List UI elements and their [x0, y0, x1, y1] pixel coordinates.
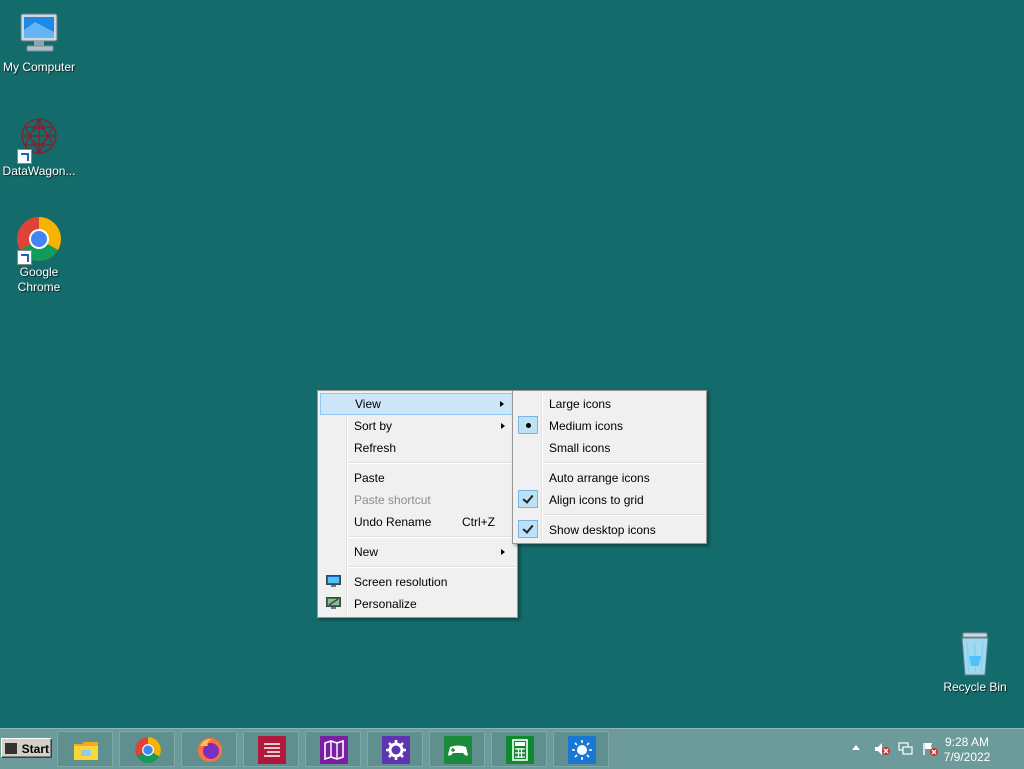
taskbar-button-weather[interactable]	[553, 731, 609, 767]
network-icon[interactable]	[898, 742, 914, 756]
menu-item-screen-resolution[interactable]: Screen resolution	[320, 571, 515, 593]
show-hidden-icons-icon[interactable]	[852, 745, 860, 750]
taskbar-button-settings[interactable]	[367, 731, 423, 767]
taskbar-button-maps[interactable]	[305, 731, 361, 767]
menu-item-label: View	[355, 397, 381, 411]
radio-selected-icon	[518, 416, 538, 434]
desktop-icon-label: DataWagon...	[2, 164, 76, 178]
start-button[interactable]: Start	[1, 738, 52, 758]
submenu-arrow-icon	[501, 423, 505, 429]
menu-item-label: Paste	[354, 471, 385, 485]
datawagon-icon	[15, 114, 63, 164]
menu-item-label: Personalize	[354, 597, 417, 611]
menu-item-label: Auto arrange icons	[549, 471, 650, 485]
taskbar-button-firefox[interactable]	[181, 731, 237, 767]
personalize-icon	[326, 597, 341, 609]
menu-item-medium-icons[interactable]: Medium icons	[515, 415, 704, 437]
view-submenu: Large icons Medium icons Small icons Aut…	[512, 390, 707, 544]
shortcut-arrow-icon	[17, 250, 32, 265]
submenu-arrow-icon	[501, 549, 505, 555]
firefox-icon	[198, 738, 222, 762]
start-logo-icon	[5, 743, 17, 754]
taskbar-button-file-explorer[interactable]	[57, 731, 113, 767]
taskbar-button-text-editor[interactable]	[243, 731, 299, 767]
maps-icon	[320, 736, 348, 764]
desktop-icon-recycle-bin[interactable]: Recycle Bin	[936, 630, 1014, 695]
weather-icon	[568, 736, 596, 764]
desktop-icon-label: Google Chrome	[17, 265, 61, 294]
shortcut-arrow-icon	[17, 149, 32, 164]
menu-item-label: Paste shortcut	[354, 493, 431, 507]
menu-item-paste[interactable]: Paste	[320, 467, 515, 489]
taskbar-button-calculator[interactable]	[491, 731, 547, 767]
taskbar-button-games[interactable]	[429, 731, 485, 767]
desktop-icon-label: Recycle Bin	[943, 680, 1007, 694]
checkmark-icon	[518, 490, 538, 508]
desktop-context-menu: View Sort by Refresh Paste Paste shortcu…	[317, 390, 518, 618]
desktop-icon-label: My Computer	[2, 60, 76, 74]
menu-item-show-desktop-icons[interactable]: Show desktop icons	[515, 519, 704, 541]
desktop-icon-google-chrome[interactable]: Google Chrome	[0, 215, 78, 295]
desktop-icon-my-computer[interactable]: My Computer	[0, 10, 78, 75]
menu-item-label: Screen resolution	[354, 575, 448, 589]
menu-item-large-icons[interactable]: Large icons	[515, 393, 704, 415]
volume-muted-icon[interactable]	[874, 742, 890, 756]
menu-item-view[interactable]: View	[320, 393, 515, 415]
menu-item-label: Medium icons	[549, 419, 624, 433]
clock-date: 7/9/2022	[943, 750, 991, 764]
menu-separator	[348, 462, 515, 464]
taskbar-button-chrome[interactable]	[119, 731, 175, 767]
menu-item-label: Refresh	[354, 441, 397, 455]
menu-item-label: Show desktop icons	[549, 523, 656, 537]
menu-item-label: New	[354, 545, 379, 559]
monitor-icon	[326, 575, 341, 587]
menu-item-label: Large icons	[549, 397, 612, 411]
file-explorer-icon	[74, 742, 98, 760]
menu-item-sort-by[interactable]: Sort by	[320, 415, 515, 437]
menu-item-refresh[interactable]: Refresh	[320, 437, 515, 459]
menu-item-label: Sort by	[354, 419, 393, 433]
clock-time: 9:28 AM	[944, 735, 990, 749]
chrome-icon	[135, 737, 161, 763]
submenu-arrow-icon	[500, 401, 504, 407]
recycle-bin-icon	[951, 630, 999, 678]
taskbar-clock[interactable]: 9:28 AM 7/9/2022	[932, 735, 1002, 765]
chrome-icon	[15, 215, 63, 265]
menu-separator	[348, 566, 515, 568]
desktop-icon-datawagon[interactable]: DataWagon...	[0, 114, 78, 179]
checkmark-icon	[518, 520, 538, 538]
calculator-icon	[506, 736, 534, 764]
text-editor-icon	[258, 736, 286, 764]
computer-icon	[15, 10, 63, 58]
start-label: Start	[21, 742, 49, 756]
games-icon	[444, 736, 472, 764]
taskbar: Start 9:28 AM 7/9/2022	[0, 728, 1024, 769]
menu-item-undo-rename[interactable]: Undo Rename Ctrl+Z	[320, 511, 515, 533]
menu-item-new[interactable]: New	[320, 541, 515, 563]
menu-item-align-icons-to-grid[interactable]: Align icons to grid	[515, 489, 704, 511]
menu-item-small-icons[interactable]: Small icons	[515, 437, 704, 459]
menu-separator	[543, 514, 704, 516]
menu-separator	[543, 462, 704, 464]
menu-item-label: Undo Rename	[354, 515, 432, 529]
menu-item-label: Align icons to grid	[549, 493, 644, 507]
menu-item-auto-arrange-icons[interactable]: Auto arrange icons	[515, 467, 704, 489]
menu-item-shortcut: Ctrl+Z	[462, 515, 495, 529]
menu-item-paste-shortcut: Paste shortcut	[320, 489, 515, 511]
menu-separator	[348, 536, 515, 538]
menu-item-label: Small icons	[549, 441, 611, 455]
menu-item-personalize[interactable]: Personalize	[320, 593, 515, 615]
settings-icon	[382, 736, 410, 764]
